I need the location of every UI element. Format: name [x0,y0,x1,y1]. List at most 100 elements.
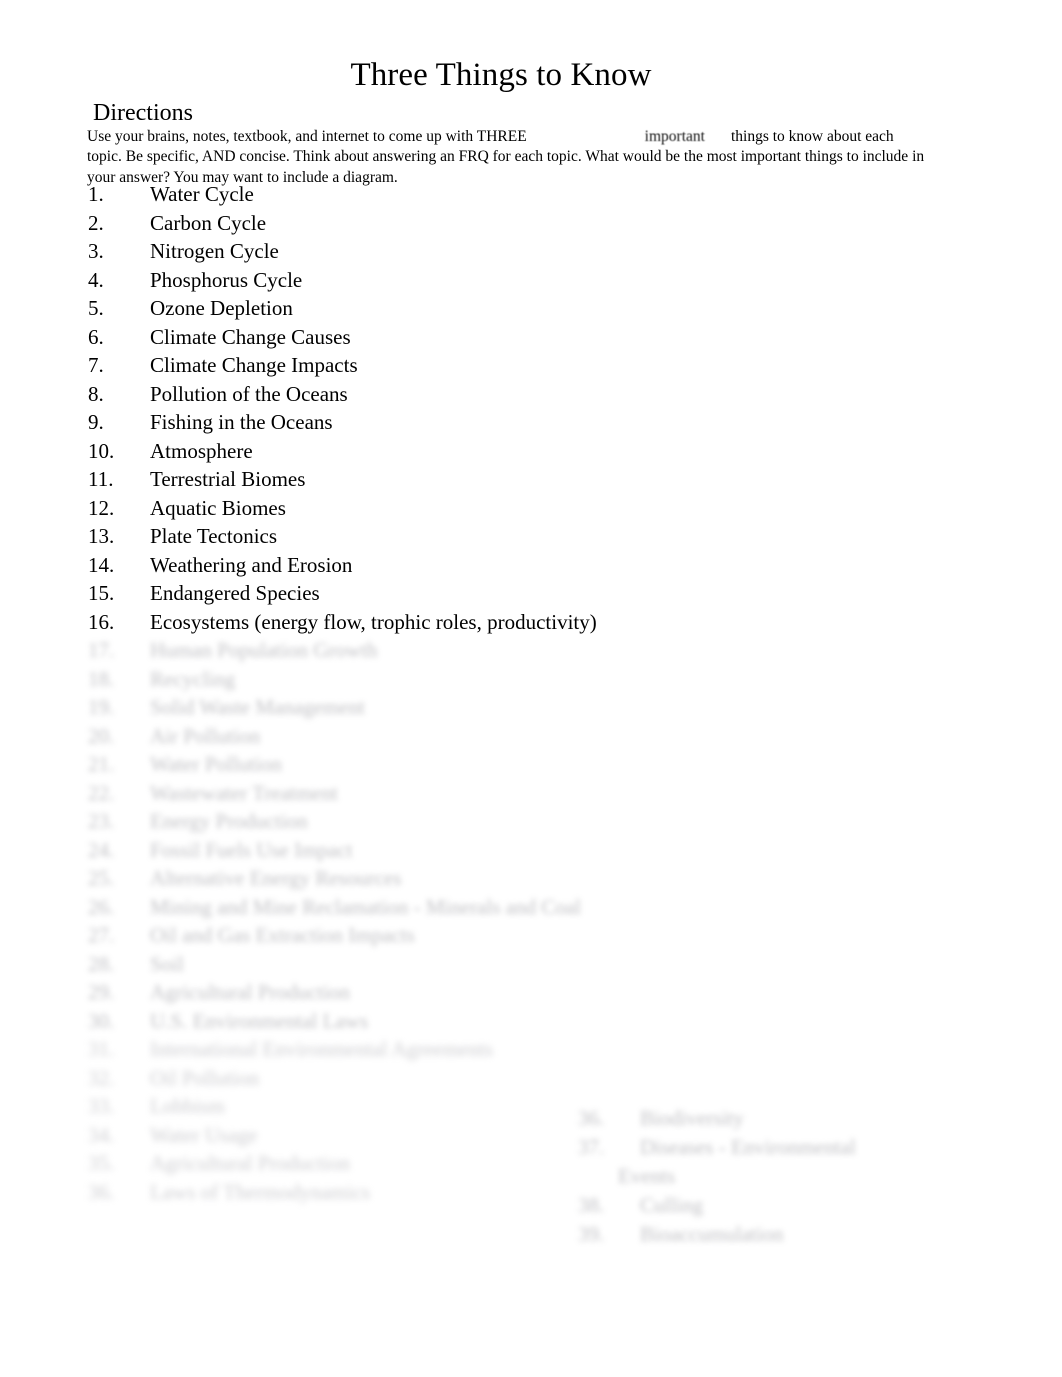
topic-number: 6. [88,324,104,349]
topic-number: 1. [88,182,104,206]
topic-row: 31. International Environmental Agreement… [88,1035,848,1064]
topic-row: 24. Fossil Fuels Use Impact [88,836,848,865]
topic-number: 7. [88,353,104,377]
topic-label: Atmosphere [150,438,253,463]
topic-label: Water Pollution [150,752,282,776]
topic-label: International Environmental Agreements [150,1037,493,1061]
topic-label: Lobbism [150,1094,225,1118]
topic-row: 36. Biodiversity [578,1104,998,1133]
topic-number: 14. [88,552,115,577]
page-title: Three Things to Know [350,57,652,94]
topic-row: 37. Diseases - Environmental [578,1133,998,1162]
topic-number: 9. [88,410,104,434]
directions-paragraph: Use your brains, notes, textbook, and in… [87,127,927,189]
topic-number: 8. [88,381,104,406]
topic-number: 10. [88,438,115,463]
topic-number: 34. [88,1122,115,1147]
topic-row: 25. Alternative Energy Resources [88,864,848,893]
topic-label: Culling [640,1193,704,1217]
topic-label: Water Usage [150,1122,258,1147]
topic-row: 23. Energy Production [88,807,848,836]
topic-number: 17. [88,638,115,662]
topic-row: 7. Climate Change Impacts [88,351,848,380]
topic-number: 16. [88,609,115,634]
topic-number: 21. [88,752,115,776]
topic-label: Climate Change Impacts [150,353,358,377]
topic-row: 5. Ozone Depletion [88,294,848,323]
topic-number: 28. [88,951,115,976]
topic-row: 9. Fishing in the Oceans [88,408,848,437]
topic-label: Agricultural Production [150,1151,351,1175]
topic-label-continuation: Events [618,1164,676,1188]
topic-list: 1. Water Cycle 2. Carbon Cycle 3. Nitrogen Cy… [88,180,848,1206]
topic-row: 29. Agricultural Production [88,978,848,1007]
document-page: Three Things to Know Directions Use your… [0,0,1062,1377]
topic-number: 37. [578,1134,605,1159]
topic-row: 1. Water Cycle [88,180,848,209]
topic-label: Climate Change Causes [150,324,351,349]
directions-emphasis-important: important [644,127,705,145]
topic-row: 3. Nitrogen Cycle [88,237,848,266]
topic-number: 32. [88,1065,115,1090]
topic-number: 20. [88,723,115,748]
topic-number: 36. [88,1179,115,1204]
topic-number: 29. [88,980,115,1004]
topic-label: Laws of Thermodynamics [150,1179,371,1204]
topic-row: 13. Plate Tectonics [88,522,848,551]
topic-number: 22. [88,780,115,805]
topic-label: Bioaccumulation [640,1221,784,1246]
topic-number: 26. [88,894,115,919]
topic-label: Air Pollution [150,723,261,748]
topic-number: 18. [88,666,115,691]
topic-row: 20. Air Pollution [88,722,848,751]
directions-text-part1: Use your brains, notes, textbook, and in… [87,127,527,145]
topic-label: Fossil Fuels Use Impact [150,837,353,862]
topic-label: Ozone Depletion [150,296,293,320]
topic-label: Plate Tectonics [150,524,278,548]
topic-label: Pollution of the Oceans [150,381,348,406]
topic-number: 33. [88,1094,115,1118]
topic-label: Phosphorus Cycle [150,267,303,292]
topic-label: Ecosystems (energy flow, trophic roles, … [150,609,597,634]
topic-row: 8. Pollution of the Oceans [88,380,848,409]
topic-label: Oil Pollution [150,1065,260,1090]
topic-row: 38. Culling [578,1191,998,1220]
topic-row: 12. Aquatic Biomes [88,494,848,523]
topic-label: Agricultural Production [150,980,351,1004]
topic-number: 27. [88,923,115,947]
topic-number: 38. [578,1193,605,1217]
topic-label: Nitrogen Cycle [150,239,279,263]
topic-label: Endangered Species [150,581,320,605]
topic-number: 25. [88,866,115,890]
topic-row: 11. Terrestrial Biomes [88,465,848,494]
topic-label: Carbon Cycle [150,210,267,235]
topic-number: 11. [88,467,114,491]
topic-number: 39. [578,1221,605,1246]
topic-label: Energy Production [150,809,308,833]
topic-row: 27. Oil and Gas Extraction Impacts [88,921,848,950]
topic-row: 28. Soil [88,950,848,979]
topic-row: 19. Solid Waste Management [88,693,848,722]
topic-number: 2. [88,210,104,235]
topic-label: Terrestrial Biomes [150,467,306,491]
topic-row: 10. Atmosphere [88,437,848,466]
topic-label: Soil [150,951,184,976]
topic-row: 30. U.S. Environmental Laws [88,1007,848,1036]
topic-label: Aquatic Biomes [150,495,286,520]
topic-number: 12. [88,495,115,520]
topic-row: 32. Oil Pollution [88,1064,848,1093]
topic-label: Biodiversity [640,1106,744,1130]
topic-label: Wastewater Treatment [150,780,338,805]
topic-number: 19. [88,695,115,719]
topic-label: Fishing in the Oceans [150,410,333,434]
topic-number: 36. [578,1106,605,1130]
topic-label: Oil and Gas Extraction Impacts [150,923,415,947]
topic-number: 13. [88,524,115,548]
topic-number: 24. [88,837,115,862]
topic-label: U.S. Environmental Laws [150,1008,369,1033]
topic-row: 39. Bioaccumulation [578,1220,998,1249]
topic-number: 35. [88,1151,115,1175]
topic-number: 15. [88,581,115,605]
topic-list-right-column: 36. Biodiversity 37. Diseases - Environment… [578,1104,998,1248]
topic-label: Diseases - Environmental [640,1134,856,1159]
